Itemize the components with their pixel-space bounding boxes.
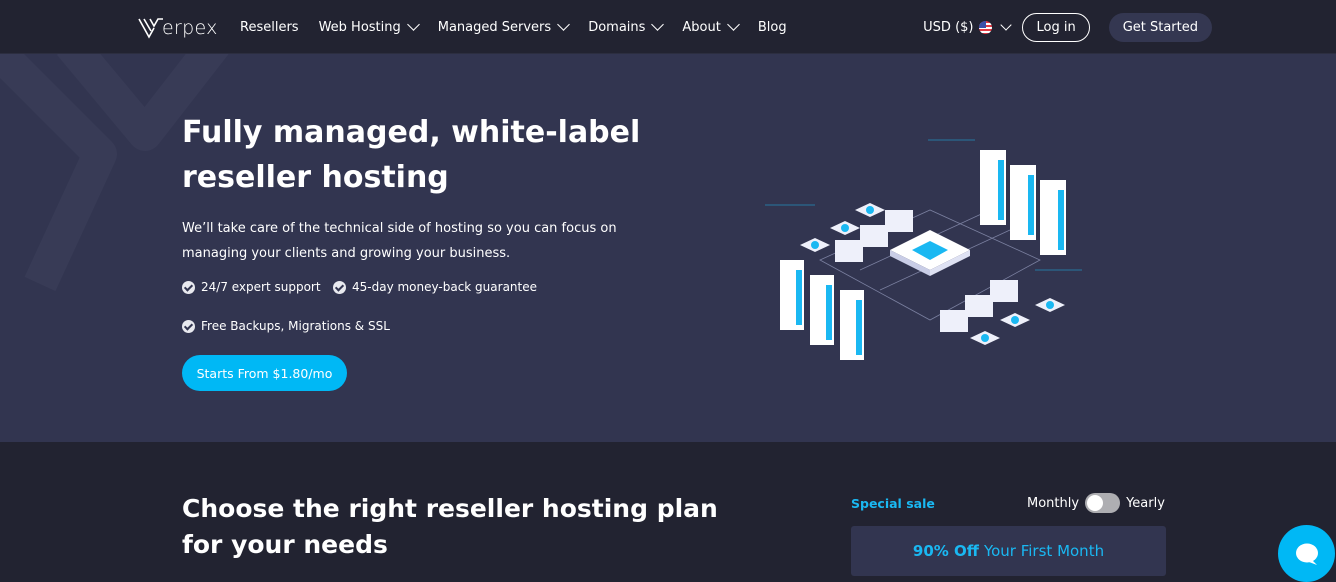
nav-item-blog[interactable]: Blog <box>758 20 787 35</box>
check-circle-icon <box>182 319 195 333</box>
verpex-logo[interactable]: erpex <box>138 13 218 39</box>
hero-section: Fully managed, white-label reseller host… <box>0 54 1336 442</box>
nav-label: Web Hosting <box>318 19 401 35</box>
feature-label: Free Backups, Migrations & SSL <box>201 319 390 333</box>
currency-selector[interactable]: USD ($) <box>923 18 1013 35</box>
promo-text: Your First Month <box>983 542 1105 560</box>
nav-item-web-hosting[interactable]: Web Hosting <box>318 18 420 35</box>
starts-from-button[interactable]: Starts From $1.80/mo <box>182 355 347 391</box>
monthly-label: Monthly <box>1027 495 1080 511</box>
feature-item: Free Backups, Migrations & SSL <box>182 319 390 333</box>
hero-title: Fully managed, white-label reseller host… <box>182 115 641 195</box>
nav-label: About <box>682 19 721 35</box>
login-button[interactable]: Log in <box>1022 12 1090 42</box>
hero-description: We’ll take care of the technical side of… <box>182 221 617 261</box>
check-circle-icon <box>182 280 195 294</box>
nav-actions: USD ($) Log in Get Started <box>923 0 1212 54</box>
chevron-down-icon <box>1000 18 1013 31</box>
promo-discount: 90% Off <box>912 542 979 560</box>
feature-label: 24/7 expert support <box>201 280 321 294</box>
server-network-illustration <box>765 139 1082 360</box>
plans-title: Choose the right reseller hosting plan f… <box>182 494 718 559</box>
chat-button[interactable] <box>1278 525 1335 582</box>
chat-bubble-icon <box>1295 543 1318 565</box>
logo-v-icon <box>138 18 163 39</box>
billing-toggle[interactable] <box>1085 493 1121 513</box>
nav-label: Blog <box>757 19 787 35</box>
top-navigation: erpex Resellers Web Hosting Managed Serv… <box>0 0 1336 54</box>
nav-label: Managed Servers <box>437 19 552 35</box>
feature-item: 24/7 expert support <box>182 280 321 294</box>
nav-label: Domains <box>588 19 646 35</box>
nav-item-resellers[interactable]: Resellers <box>240 20 299 35</box>
nav-item-about[interactable]: About <box>682 18 740 35</box>
nav-menu: Resellers Web Hosting Managed Servers Do… <box>240 0 807 54</box>
us-flag-icon <box>979 20 993 34</box>
chevron-down-icon <box>406 18 420 31</box>
promo-banner: 90% Off Your First Month <box>851 526 1166 576</box>
chevron-down-icon <box>557 18 571 31</box>
get-started-button[interactable]: Get Started <box>1108 12 1212 42</box>
chevron-down-icon <box>726 18 740 31</box>
check-circle-icon <box>333 280 346 294</box>
chevron-down-icon <box>651 18 665 31</box>
nav-item-domains[interactable]: Domains <box>588 18 665 35</box>
currency-label: USD ($) <box>923 19 974 35</box>
nav-item-managed-servers[interactable]: Managed Servers <box>437 18 571 35</box>
logo-text: erpex <box>162 17 218 39</box>
yearly-label: Yearly <box>1126 495 1165 511</box>
special-sale-label: Special sale <box>851 496 935 511</box>
nav-label: Resellers <box>240 19 299 35</box>
feature-label: 45-day money-back guarantee <box>352 280 537 294</box>
feature-item: 45-day money-back guarantee <box>333 280 537 294</box>
billing-period-switch: Monthly Yearly <box>1027 493 1165 513</box>
